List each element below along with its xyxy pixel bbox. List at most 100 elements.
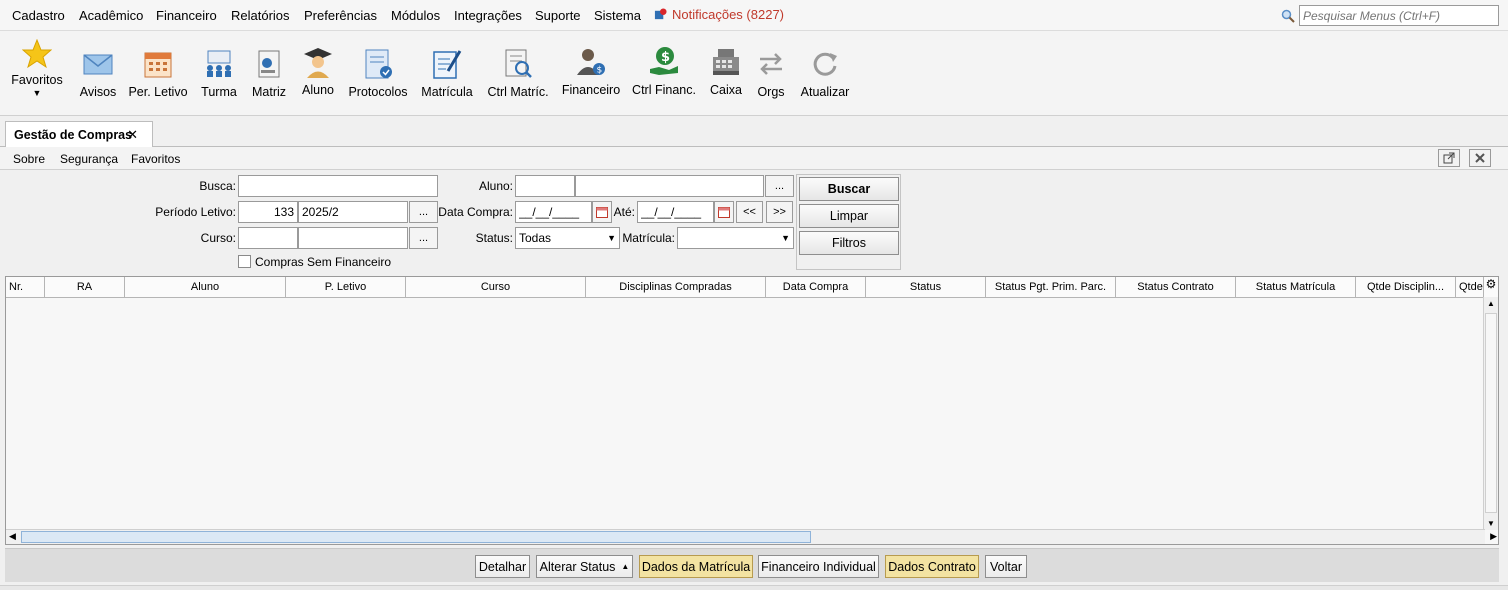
menu-integracoes[interactable]: Integrações bbox=[454, 8, 522, 23]
scroll-thumb[interactable] bbox=[1485, 313, 1497, 513]
favoritos-button[interactable]: Favoritos ▼ bbox=[10, 39, 64, 98]
column-header[interactable]: Status bbox=[866, 277, 986, 298]
avisos-button[interactable]: Avisos bbox=[78, 39, 118, 99]
curso-name-input[interactable] bbox=[298, 227, 408, 249]
menu-academico[interactable]: Acadêmico bbox=[79, 8, 143, 23]
alterar-status-button[interactable]: Alterar Status ▲ bbox=[536, 555, 633, 578]
buscar-button[interactable]: Buscar bbox=[799, 177, 899, 201]
detalhar-button[interactable]: Detalhar bbox=[475, 555, 530, 578]
compras-sem-financeiro-checkbox[interactable] bbox=[238, 255, 251, 268]
column-header[interactable]: Data Compra bbox=[766, 277, 866, 298]
caixa-button[interactable]: Caixa bbox=[706, 39, 746, 97]
atualizar-label: Atualizar bbox=[800, 85, 850, 99]
scroll-down-icon[interactable]: ▼ bbox=[1487, 519, 1495, 528]
sub-menu-bar: Sobre Segurança Favoritos bbox=[0, 147, 1508, 170]
data-compra-label: Data Compra: bbox=[438, 205, 513, 219]
column-header[interactable]: Status Pgt. Prim. Parc. bbox=[986, 277, 1116, 298]
periodo-code-input[interactable] bbox=[238, 201, 298, 223]
matricula-button[interactable]: Matrícula bbox=[419, 39, 475, 99]
svg-text:$: $ bbox=[597, 66, 603, 76]
column-header[interactable]: Disciplinas Compradas bbox=[586, 277, 766, 298]
detach-window-button[interactable] bbox=[1438, 149, 1460, 167]
menu-sistema[interactable]: Sistema bbox=[594, 8, 641, 23]
financeiro-button[interactable]: $ Financeiro bbox=[561, 39, 621, 97]
column-header[interactable]: Status Matrícula bbox=[1236, 277, 1356, 298]
notifications-link[interactable]: Notificações (8227) bbox=[654, 7, 784, 22]
orgs-label: Orgs bbox=[757, 85, 785, 99]
column-header[interactable]: Aluno bbox=[125, 277, 286, 298]
aluno-button[interactable]: Aluno bbox=[298, 39, 338, 97]
dados-matricula-button[interactable]: Dados da Matrícula bbox=[639, 555, 753, 578]
voltar-button[interactable]: Voltar bbox=[985, 555, 1027, 578]
menu-relatorios[interactable]: Relatórios bbox=[231, 8, 290, 23]
notifications-label: Notificações (8227) bbox=[672, 7, 784, 22]
scroll-up-icon[interactable]: ▲ bbox=[1484, 299, 1498, 308]
column-header[interactable]: RA bbox=[45, 277, 125, 298]
filtros-button[interactable]: Filtros bbox=[799, 231, 899, 255]
aluno-code-input[interactable] bbox=[515, 175, 575, 197]
next-period-button[interactable]: >> bbox=[766, 201, 793, 223]
tab-gestao-de-compras[interactable]: Gestão de Compras ✕ bbox=[5, 121, 153, 148]
gear-icon[interactable]: ⚙ bbox=[1483, 277, 1498, 298]
search-icon bbox=[1281, 9, 1295, 23]
matriz-button[interactable]: Matriz bbox=[249, 39, 289, 99]
ate-calendar-button[interactable] bbox=[714, 201, 734, 223]
close-icon[interactable]: ✕ bbox=[127, 127, 138, 143]
matricula-select[interactable]: ▼ bbox=[677, 227, 794, 249]
close-window-button[interactable] bbox=[1469, 149, 1491, 167]
submenu-seguranca[interactable]: Segurança bbox=[60, 152, 118, 166]
curso-lookup-button[interactable]: ... bbox=[409, 227, 438, 249]
curso-code-input[interactable] bbox=[238, 227, 298, 249]
column-header[interactable]: P. Letivo bbox=[286, 277, 406, 298]
person-money-icon: $ bbox=[577, 49, 605, 76]
turma-button[interactable]: Turma bbox=[199, 39, 239, 99]
horizontal-scroll-thumb[interactable] bbox=[21, 531, 811, 543]
atualizar-button[interactable]: Atualizar bbox=[800, 39, 850, 99]
status-select[interactable]: Todas ▼ bbox=[515, 227, 620, 249]
favoritos-label: Favoritos bbox=[11, 73, 63, 87]
previous-period-button[interactable]: << bbox=[736, 201, 763, 223]
ctrl-financ-button[interactable]: $ Ctrl Financ. bbox=[632, 39, 696, 97]
results-grid[interactable]: Nr. RA Aluno P. Letivo Curso Disciplinas… bbox=[5, 276, 1499, 545]
calendar-icon bbox=[144, 52, 172, 78]
ctrl-matric-label: Ctrl Matríc. bbox=[487, 85, 549, 99]
scroll-left-icon[interactable]: ◀ bbox=[9, 531, 16, 542]
menu-financeiro[interactable]: Financeiro bbox=[156, 8, 217, 23]
data-compra-input[interactable] bbox=[515, 201, 592, 223]
dados-contrato-button[interactable]: Dados Contrato bbox=[885, 555, 979, 578]
column-header[interactable]: Nr. bbox=[6, 277, 45, 298]
per-letivo-button[interactable]: Per. Letivo bbox=[128, 39, 188, 99]
column-header[interactable]: Qtde Disciplin... bbox=[1356, 277, 1456, 298]
search-menus-input[interactable] bbox=[1299, 5, 1499, 26]
horizontal-scrollbar[interactable]: ◀ ▶ bbox=[6, 529, 1497, 544]
matricula-label: Matrícula: bbox=[622, 231, 675, 245]
busca-input[interactable] bbox=[238, 175, 438, 197]
ctrl-matric-button[interactable]: Ctrl Matríc. bbox=[486, 39, 550, 99]
periodo-letivo-input[interactable] bbox=[298, 201, 408, 223]
menu-search bbox=[1281, 5, 1499, 26]
financeiro-individual-button[interactable]: Financeiro Individual bbox=[758, 555, 879, 578]
menu-preferencias[interactable]: Preferências bbox=[304, 8, 377, 23]
menu-modulos[interactable]: Módulos bbox=[391, 8, 440, 23]
protocolos-button[interactable]: Protocolos bbox=[347, 39, 409, 99]
menu-suporte[interactable]: Suporte bbox=[535, 8, 581, 23]
submenu-favoritos[interactable]: Favoritos bbox=[131, 152, 180, 166]
limpar-button[interactable]: Limpar bbox=[799, 204, 899, 228]
ate-input[interactable] bbox=[637, 201, 714, 223]
submenu-sobre[interactable]: Sobre bbox=[13, 152, 45, 166]
aluno-lookup-button[interactable]: ... bbox=[765, 175, 794, 197]
aluno-label: Aluno: bbox=[478, 179, 513, 193]
alterar-status-label: Alterar Status bbox=[539, 559, 616, 574]
menu-cadastro[interactable]: Cadastro bbox=[12, 8, 65, 23]
status-bar bbox=[0, 585, 1508, 590]
scroll-right-icon[interactable]: ▶ bbox=[1490, 531, 1497, 542]
data-compra-calendar-button[interactable] bbox=[592, 201, 612, 223]
column-header[interactable]: Status Contrato bbox=[1116, 277, 1236, 298]
orgs-button[interactable]: Orgs bbox=[752, 39, 790, 99]
aluno-name-input[interactable] bbox=[575, 175, 764, 197]
vertical-scrollbar[interactable]: ▲ ▼ bbox=[1483, 297, 1498, 530]
column-header[interactable]: Curso bbox=[406, 277, 586, 298]
column-header[interactable]: Qtde bbox=[1456, 277, 1485, 298]
chevron-down-icon: ▼ bbox=[32, 88, 42, 98]
turma-label: Turma bbox=[201, 85, 237, 99]
